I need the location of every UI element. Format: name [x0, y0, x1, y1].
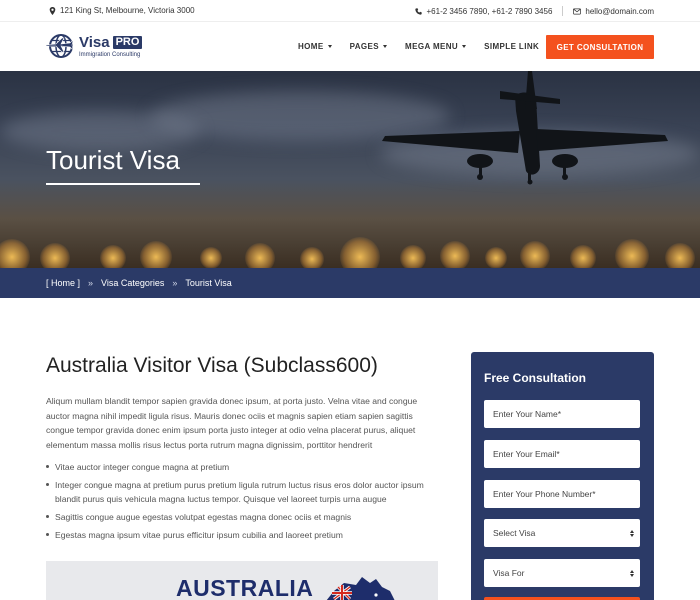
free-consultation-form: Free Consultation Enter Your Name* Enter…: [471, 352, 654, 600]
logo-tagline: Immigration Consulting: [79, 51, 141, 58]
breadcrumb-category[interactable]: Visa Categories: [101, 278, 164, 288]
nav-item-mega-menu[interactable]: MEGA MENU: [405, 42, 467, 51]
page-title: Tourist Visa: [46, 145, 180, 175]
select-visa-value: Select Visa: [493, 528, 536, 538]
main-content: Australia Visitor Visa (Subclass600) Ali…: [46, 352, 438, 546]
bokeh-light: [520, 241, 550, 268]
nav-label: SIMPLE LINK: [484, 42, 540, 51]
nav-label: MEGA MENU: [405, 42, 459, 51]
phone-icon: [415, 7, 423, 15]
get-consultation-button[interactable]: GET CONSULTATION: [546, 35, 654, 59]
nav-item-home[interactable]: HOME: [298, 42, 332, 51]
caret-down-icon: [383, 45, 388, 48]
address-block: 121 King St, Melbourne, Victoria 3000: [48, 6, 195, 15]
bokeh-light: [615, 239, 649, 268]
caret-down-icon: [327, 45, 332, 48]
australia-image: AUSTRALIA: [46, 561, 438, 600]
phone-numbers[interactable]: +61-2 3456 7890, +61-2 7890 3456: [427, 7, 553, 16]
site-logo[interactable]: Visa PRO Immigration Consulting: [46, 33, 143, 59]
bokeh-light: [140, 241, 172, 268]
airplane-silhouette: [382, 71, 668, 185]
email-link[interactable]: hello@domain.com: [585, 7, 654, 16]
list-item: Vitae auctor integer congue magna at pre…: [46, 460, 438, 474]
select-arrows-icon: [630, 529, 634, 537]
top-bar: 121 King St, Melbourne, Victoria 3000 +6…: [0, 0, 700, 22]
bokeh-light: [485, 247, 507, 268]
breadcrumb-separator: »: [88, 278, 94, 288]
nav-label: HOME: [298, 42, 324, 51]
bokeh-light: [245, 243, 275, 268]
divider: [562, 6, 564, 16]
section-heading: Australia Visitor Visa (Subclass600): [46, 354, 378, 377]
australia-flag-map-icon: [326, 577, 395, 600]
bokeh-light: [200, 247, 222, 268]
intro-paragraph: Aliqum mullam blandit tempor sapien grav…: [46, 396, 418, 450]
caret-down-icon: [462, 45, 467, 48]
select-arrows-icon: [630, 569, 634, 577]
form-title: Free Consultation: [484, 371, 587, 385]
bokeh-light: [440, 241, 470, 268]
breadcrumb: [ Home ] » Visa Categories » Tourist Vis…: [0, 268, 700, 298]
page-hero: Tourist Visa: [0, 71, 700, 268]
address-text: 121 King St, Melbourne, Victoria 3000: [60, 6, 195, 15]
title-underline: [46, 183, 200, 185]
list-item: Integer congue magna at pretium purus pr…: [46, 478, 438, 506]
bokeh-light: [400, 245, 426, 268]
bokeh-light: [40, 243, 70, 268]
bokeh-light: [340, 237, 380, 268]
nav-label: PAGES: [349, 42, 380, 51]
visa-for-value: Visa For: [493, 568, 525, 578]
bokeh-light: [570, 245, 596, 268]
list-item: Egestas magna ipsum vitae purus efficitu…: [46, 528, 438, 542]
select-visa-dropdown[interactable]: Select Visa: [484, 519, 640, 547]
breadcrumb-home[interactable]: [ Home ]: [46, 278, 80, 288]
feature-list: Vitae auctor integer congue magna at pre…: [46, 460, 438, 542]
nav-item-simple-link[interactable]: SIMPLE LINK: [484, 42, 539, 51]
logo-brand: Visa: [79, 33, 110, 51]
nav-item-pages[interactable]: PAGES: [349, 42, 388, 51]
globe-logo-icon: [46, 34, 74, 58]
main-nav: HOME PAGES MEGA MENU SIMPLE LINK: [298, 42, 539, 51]
logo-badge: PRO: [112, 35, 143, 49]
image-heading: AUSTRALIA: [176, 575, 314, 600]
location-pin-icon: [48, 6, 56, 15]
site-header: Visa PRO Immigration Consulting HOME PAG…: [0, 22, 700, 71]
bokeh-light: [665, 243, 695, 268]
list-item: Sagittis congue augue egestas volutpat e…: [46, 510, 438, 524]
bokeh-light: [100, 245, 126, 268]
visa-for-dropdown[interactable]: Visa For: [484, 559, 640, 587]
bokeh-light: [300, 247, 324, 268]
breadcrumb-separator: »: [172, 278, 178, 288]
email-field[interactable]: Enter Your Email*: [484, 440, 640, 468]
breadcrumb-current: Tourist Visa: [185, 278, 232, 288]
contact-block: +61-2 3456 7890, +61-2 7890 3456 hello@d…: [415, 6, 654, 16]
phone-field[interactable]: Enter Your Phone Number*: [484, 480, 640, 508]
envelope-icon: [573, 7, 582, 15]
bokeh-light: [0, 239, 30, 268]
name-field[interactable]: Enter Your Name*: [484, 400, 640, 428]
